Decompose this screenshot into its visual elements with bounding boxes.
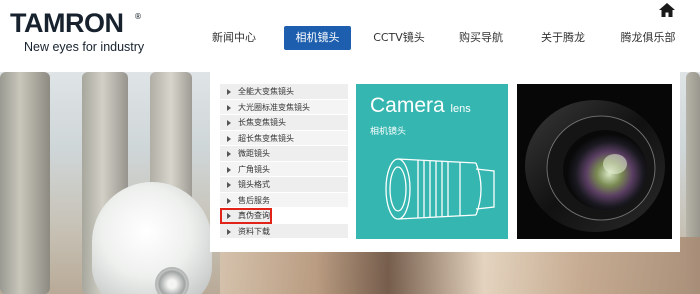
nav-item-cctv-lenses[interactable]: CCTV镜头 xyxy=(370,26,428,50)
menu-item-label: 大光圈标准变焦镜头 xyxy=(238,102,310,112)
arrow-right-icon xyxy=(227,120,231,126)
menu-item-label: 全能大变焦镜头 xyxy=(238,87,294,96)
menu-item-label: 微距镜头 xyxy=(238,149,270,158)
nav-item-news[interactable]: 新闻中心 xyxy=(202,26,266,50)
arrow-right-icon xyxy=(227,228,231,235)
arrow-right-icon xyxy=(227,197,231,204)
camera-lens-dropdown: 全能大变焦镜头 大光圈标准变焦镜头 长焦变焦镜头 超长焦变焦镜头 微距镜头 广角… xyxy=(210,72,680,252)
menu-item-label: 资料下载 xyxy=(238,226,270,236)
menu-item-downloads[interactable]: 资料下载 xyxy=(220,223,348,239)
nav-item-club[interactable]: 腾龙俱乐部 xyxy=(612,26,684,50)
machine-porthole xyxy=(155,267,189,294)
camera-card-title-main: Camera xyxy=(370,94,445,117)
site-header: TAMRON ® New eyes for industry 新闻中心 相机镜头… xyxy=(0,0,700,72)
logo-wordmark: TAMRON xyxy=(10,8,124,38)
arrow-right-icon xyxy=(227,89,231,95)
white-machine xyxy=(92,182,212,294)
lens-product-photo[interactable] xyxy=(517,84,672,239)
menu-item-wide-angle[interactable]: 广角镜头 xyxy=(220,161,348,177)
camera-lens-card[interactable]: Camera lens 相机镜头 xyxy=(356,84,508,239)
nav-item-camera-lenses[interactable]: 相机镜头 xyxy=(284,26,351,50)
menu-item-label: 超长焦变焦镜头 xyxy=(238,133,294,143)
arrow-right-icon xyxy=(227,151,231,157)
tamron-logo[interactable]: TAMRON ® New eyes for industry xyxy=(10,8,150,58)
arrow-right-icon xyxy=(227,104,231,111)
home-icon[interactable] xyxy=(659,3,675,17)
camera-card-subtitle: 相机镜头 xyxy=(370,127,407,137)
menu-item-authenticity-check[interactable]: 真伪查询 xyxy=(220,208,272,224)
menu-item-lens-format[interactable]: 镜头格式 xyxy=(220,177,348,193)
menu-item-label: 真伪查询 xyxy=(238,211,270,220)
arrow-right-icon xyxy=(227,213,231,219)
arrow-right-icon xyxy=(227,166,231,173)
menu-item-label: 长焦变焦镜头 xyxy=(238,118,286,127)
menu-item-macro[interactable]: 微距镜头 xyxy=(220,146,348,162)
menu-item-after-sales[interactable]: 售后服务 xyxy=(220,192,348,208)
menu-item-label: 镜头格式 xyxy=(238,180,270,189)
menu-item-standard-zoom[interactable]: 大光圈标准变焦镜头 xyxy=(220,99,348,115)
menu-item-all-in-one-zoom[interactable]: 全能大变焦镜头 xyxy=(220,84,348,100)
camera-card-title: Camera lens xyxy=(370,94,471,118)
menu-item-label: 售后服务 xyxy=(238,195,270,205)
lens-line-drawing-icon xyxy=(385,158,495,220)
menu-item-super-telephoto-zoom[interactable]: 超长焦变焦镜头 xyxy=(220,130,348,146)
logo-tagline: New eyes for industry xyxy=(24,40,145,54)
arrow-right-icon xyxy=(227,182,231,188)
menu-item-telephoto-zoom[interactable]: 长焦变焦镜头 xyxy=(220,115,348,131)
registered-mark: ® xyxy=(134,12,142,21)
menu-item-label: 广角镜头 xyxy=(238,164,270,174)
camera-card-title-suffix: lens xyxy=(450,103,471,115)
nav-item-purchase-guide[interactable]: 购买导航 xyxy=(452,26,510,50)
nav-item-about[interactable]: 关于腾龙 xyxy=(534,26,592,50)
lens-category-menu: 全能大变焦镜头 大光圈标准变焦镜头 长焦变焦镜头 超长焦变焦镜头 微距镜头 广角… xyxy=(220,84,348,239)
arrow-right-icon xyxy=(227,135,231,142)
tree-trunk xyxy=(0,72,50,294)
lens-photo-image xyxy=(525,100,665,232)
